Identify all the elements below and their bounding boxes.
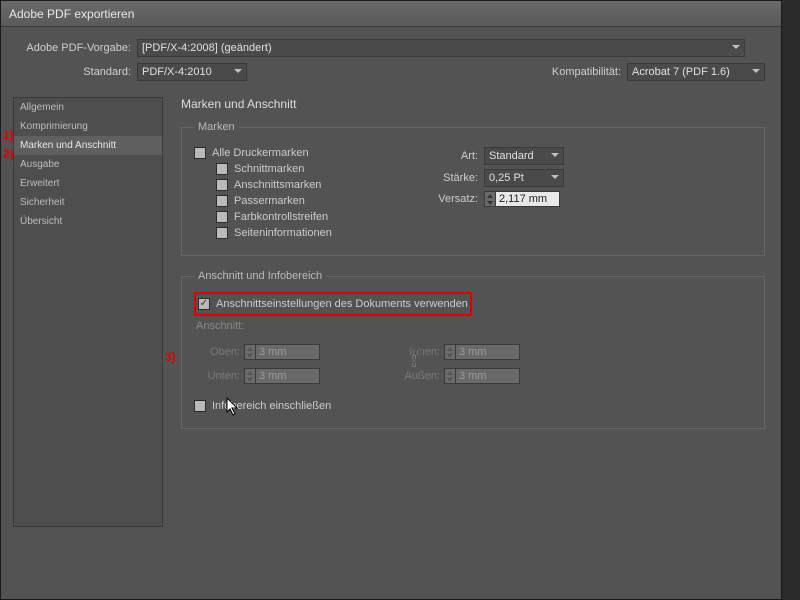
mark-type-dropdown[interactable]: Standard <box>484 147 564 165</box>
bleed-group: Anschnitt und Infobereich Anschnittseins… <box>181 270 765 429</box>
bleed-outside-stepper <box>444 368 520 384</box>
bleed-top-label: Oben: <box>194 346 244 358</box>
chevron-down-icon <box>751 66 761 79</box>
preset-value: [PDF/X-4:2008] (geändert) <box>142 42 272 54</box>
stepper-buttons <box>244 368 256 384</box>
color-bars-checkbox[interactable] <box>216 211 228 223</box>
crop-marks-checkbox[interactable] <box>216 163 228 175</box>
panel-heading: Marken und Anschnitt <box>181 97 765 111</box>
mark-offset-input[interactable] <box>496 191 560 207</box>
marks-group: Marken Alle Druckermarken Schnittmarken … <box>181 121 765 256</box>
use-doc-bleed-label: Anschnittseinstellungen des Dokuments ve… <box>216 298 468 310</box>
all-marks-label: Alle Druckermarken <box>212 147 309 159</box>
sidebar-item-security[interactable]: Sicherheit <box>14 193 162 212</box>
use-doc-bleed-checkbox[interactable] <box>198 298 210 310</box>
annotation-2: 2) <box>3 147 14 161</box>
bleed-marks-label: Anschnittsmarken <box>234 179 321 191</box>
bleed-outside-input <box>456 368 520 384</box>
registration-marks-label: Passermarken <box>234 195 305 207</box>
bleed-bottom-stepper <box>244 368 320 384</box>
include-slug-label: Infobereich einschließen <box>212 400 331 412</box>
bleed-top-input <box>256 344 320 360</box>
compat-label: Kompatibilität: <box>552 66 627 78</box>
stepper-buttons <box>444 344 456 360</box>
bleed-legend: Anschnitt und Infobereich <box>194 270 326 282</box>
bleed-marks-checkbox[interactable] <box>216 179 228 191</box>
sidebar-item-summary[interactable]: Übersicht <box>14 212 162 231</box>
sidebar-item-advanced[interactable]: Erweitert <box>14 174 162 193</box>
bleed-subheading: Anschnitt: <box>196 320 752 332</box>
page-info-checkbox[interactable] <box>216 227 228 239</box>
marks-legend: Marken <box>194 121 239 133</box>
sidebar-item-compression[interactable]: Komprimierung <box>14 117 162 136</box>
standard-dropdown[interactable]: PDF/X-4:2010 <box>137 63 247 81</box>
standard-label: Standard: <box>17 66 137 78</box>
bleed-bottom-label: Unten: <box>194 370 244 382</box>
mark-type-label: Art: <box>424 150 484 162</box>
top-form: Adobe PDF-Vorgabe: [PDF/X-4:2008] (geänd… <box>1 27 781 91</box>
bleed-inside-input <box>456 344 520 360</box>
annotation-1: 1) <box>3 128 14 142</box>
bleed-inside-stepper <box>444 344 520 360</box>
page-info-label: Seiteninformationen <box>234 227 332 239</box>
include-slug-checkbox[interactable] <box>194 400 206 412</box>
bleed-top-stepper <box>244 344 320 360</box>
category-sidebar: Allgemein Komprimierung Marken und Ansch… <box>13 97 163 527</box>
mark-type-value: Standard <box>489 150 534 162</box>
sidebar-item-general[interactable]: Allgemein <box>14 98 162 117</box>
stepper-buttons <box>244 344 256 360</box>
chevron-down-icon <box>550 150 560 163</box>
registration-marks-checkbox[interactable] <box>216 195 228 207</box>
link-icon <box>408 349 420 373</box>
mark-weight-dropdown[interactable]: 0,25 Pt <box>484 169 564 187</box>
mark-offset-label: Versatz: <box>424 193 484 205</box>
mark-weight-label: Stärke: <box>424 172 484 184</box>
bleed-bottom-input <box>256 368 320 384</box>
mark-weight-value: 0,25 Pt <box>489 172 524 184</box>
standard-value: PDF/X-4:2010 <box>142 66 212 78</box>
stepper-buttons <box>444 368 456 384</box>
compat-value: Acrobat 7 (PDF 1.6) <box>632 66 730 78</box>
chevron-up-icon[interactable] <box>485 192 495 199</box>
color-bars-label: Farbkontrollstreifen <box>234 211 328 223</box>
export-pdf-dialog: Adobe PDF exportieren Adobe PDF-Vorgabe:… <box>0 0 782 600</box>
chevron-down-icon[interactable] <box>485 199 495 206</box>
titlebar[interactable]: Adobe PDF exportieren <box>1 1 781 27</box>
sidebar-item-marks-bleed[interactable]: Marken und Anschnitt <box>14 136 162 155</box>
mark-offset-stepper[interactable] <box>484 191 560 207</box>
preset-label: Adobe PDF-Vorgabe: <box>17 42 137 54</box>
crop-marks-label: Schnittmarken <box>234 163 304 175</box>
main-panel: Marken und Anschnitt Marken Alle Drucker… <box>163 97 765 527</box>
window-title: Adobe PDF exportieren <box>9 7 134 21</box>
chevron-down-icon <box>731 42 741 55</box>
chevron-down-icon <box>233 66 243 79</box>
all-marks-checkbox[interactable] <box>194 147 206 159</box>
stepper-buttons[interactable] <box>484 191 496 207</box>
sidebar-item-output[interactable]: Ausgabe <box>14 155 162 174</box>
annotation-3: 3) <box>165 350 176 364</box>
preset-dropdown[interactable]: [PDF/X-4:2008] (geändert) <box>137 39 745 57</box>
chevron-down-icon <box>550 172 560 185</box>
compat-dropdown[interactable]: Acrobat 7 (PDF 1.6) <box>627 63 765 81</box>
